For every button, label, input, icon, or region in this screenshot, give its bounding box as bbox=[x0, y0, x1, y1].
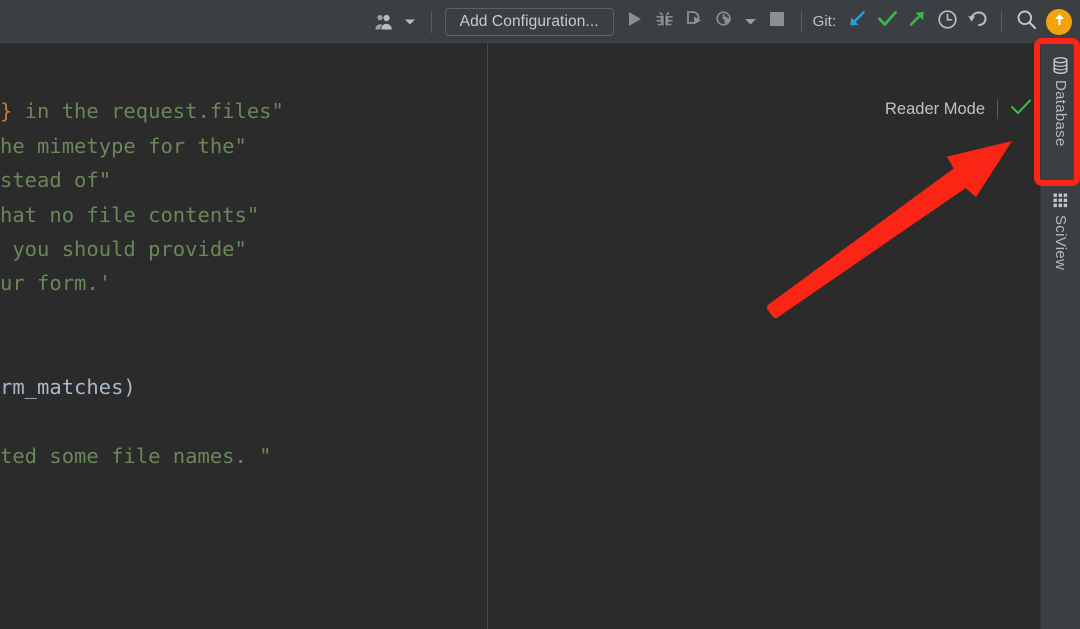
run-configuration-selector[interactable]: Add Configuration... bbox=[441, 7, 620, 37]
upload-button[interactable] bbox=[1046, 9, 1072, 35]
bug-icon bbox=[655, 10, 674, 34]
code-token: ur form.' bbox=[0, 271, 111, 295]
stop-button[interactable] bbox=[762, 8, 792, 36]
arrow-up-right-icon bbox=[907, 9, 927, 34]
tool-window-label-sciview: SciView bbox=[1052, 215, 1069, 270]
reader-mode-widget[interactable]: Reader Mode bbox=[885, 96, 1032, 122]
code-token: hat no file contents" bbox=[0, 203, 259, 227]
checkmark-icon bbox=[877, 9, 898, 34]
search-everywhere-button[interactable] bbox=[1011, 8, 1041, 36]
arrow-up-circle-icon bbox=[1052, 12, 1067, 32]
green-checkmark-icon[interactable] bbox=[1010, 98, 1032, 121]
git-rollback-button[interactable] bbox=[962, 8, 992, 36]
debug-button[interactable] bbox=[650, 8, 680, 36]
code-line: ur form.' bbox=[0, 271, 111, 295]
code-token: rm_matches) bbox=[0, 375, 136, 399]
code-line: } in the request.files" bbox=[0, 99, 284, 123]
git-history-button[interactable] bbox=[932, 8, 962, 36]
code-token: stead of" bbox=[0, 168, 111, 192]
code-editor[interactable]: } in the request.files" he mimetype for t… bbox=[0, 44, 1040, 629]
play-icon bbox=[626, 10, 643, 33]
chevron-down-icon[interactable] bbox=[402, 8, 418, 36]
git-label: Git: bbox=[811, 7, 842, 37]
tool-window-button-database[interactable]: Database bbox=[1041, 56, 1080, 147]
git-update-button[interactable] bbox=[842, 8, 872, 36]
code-line: you should provide" bbox=[0, 237, 247, 261]
chevron-down-icon bbox=[744, 13, 757, 31]
git-push-button[interactable] bbox=[902, 8, 932, 36]
code-line: hat no file contents" bbox=[0, 203, 259, 227]
search-magnifier-icon bbox=[1016, 9, 1037, 35]
toolbar-separator bbox=[801, 11, 802, 33]
ide-window: Add Configuration... bbox=[0, 0, 1080, 629]
git-commit-button[interactable] bbox=[872, 8, 902, 36]
code-line: rm_matches) bbox=[0, 375, 136, 399]
code-token: } bbox=[0, 99, 12, 123]
profile-dropdown-arrow[interactable] bbox=[740, 8, 762, 36]
code-text-layer[interactable]: } in the request.files" he mimetype for t… bbox=[0, 44, 1040, 629]
code-line: ted some file names. " bbox=[0, 444, 272, 468]
code-token: you should provide" bbox=[0, 237, 247, 261]
stop-square-icon bbox=[769, 11, 785, 32]
right-margin-guide bbox=[487, 44, 488, 629]
code-token: ted some file names. " bbox=[0, 444, 272, 468]
reader-mode-label: Reader Mode bbox=[885, 100, 985, 119]
run-with-coverage-icon bbox=[685, 10, 704, 34]
reader-mode-separator bbox=[997, 99, 998, 119]
profile-icon bbox=[715, 10, 734, 34]
code-token: in the request.files" bbox=[12, 99, 284, 123]
right-tool-window-bar: Database SciView bbox=[1040, 44, 1080, 629]
undo-arrow-icon bbox=[967, 9, 988, 34]
collaborators-dropdown[interactable] bbox=[365, 7, 422, 37]
tool-window-label-database: Database bbox=[1052, 80, 1069, 147]
toolbar-separator bbox=[431, 11, 432, 33]
profile-button[interactable] bbox=[710, 8, 740, 36]
code-token: he mimetype for the" bbox=[0, 134, 247, 158]
code-line: he mimetype for the" bbox=[0, 134, 247, 158]
code-line: stead of" bbox=[0, 168, 111, 192]
tool-window-button-sciview[interactable]: SciView bbox=[1041, 192, 1080, 270]
arrow-down-left-icon bbox=[847, 9, 867, 34]
two-people-icon bbox=[369, 8, 399, 36]
clock-icon bbox=[937, 9, 958, 35]
toolbar-separator bbox=[1001, 11, 1002, 33]
run-button[interactable] bbox=[620, 8, 650, 36]
add-configuration-button[interactable]: Add Configuration... bbox=[445, 8, 614, 36]
main-toolbar: Add Configuration... bbox=[0, 0, 1080, 44]
database-cylinder-icon bbox=[1051, 56, 1070, 75]
run-with-coverage-button[interactable] bbox=[680, 8, 710, 36]
grid-table-icon bbox=[1052, 192, 1070, 210]
